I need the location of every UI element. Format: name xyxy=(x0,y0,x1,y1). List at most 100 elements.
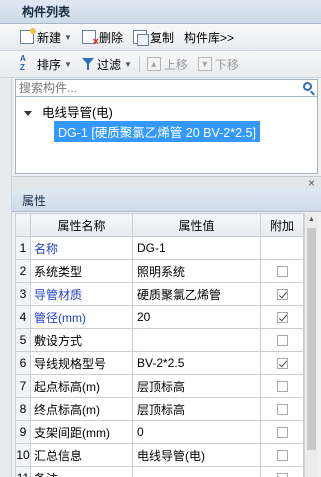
table-row[interactable]: 10 汇总信息 电线导管(电) xyxy=(15,443,304,467)
property-name-cell: 敷设方式 xyxy=(30,328,133,352)
component-library-button[interactable]: 构件库>> xyxy=(181,26,237,48)
component-tree: 电线导管(电) DG-1 [硬质聚氯乙烯管 20 BV-2*2.5] xyxy=(15,97,318,174)
extra-cell xyxy=(260,374,304,398)
row-index: 11 xyxy=(15,466,31,477)
properties-table: 属性名称 属性值 附加 1 名称 DG-1 2 系统类型 照明系统 3 导管材质 硬质聚氯乙烯管… xyxy=(15,213,304,477)
scroll-up-arrow-icon[interactable]: ▲ xyxy=(305,213,318,227)
chevron-down-icon[interactable]: ▼ xyxy=(64,33,72,42)
table-row[interactable]: 7 起点标高(m) 层顶标高 xyxy=(15,374,304,398)
copy-button-label: 复制 xyxy=(149,30,174,45)
tree-expand-arrow-icon[interactable] xyxy=(24,111,32,117)
table-row[interactable]: 5 敷设方式 xyxy=(15,328,304,352)
components-toolbar-secondary: 排序 ▼ 过滤 ▼ ▲ 上移 ▼ 下移 xyxy=(0,51,321,78)
delete-button-label: 删除 xyxy=(98,30,123,45)
extra-checkbox[interactable] xyxy=(276,381,288,393)
property-value-cell[interactable]: 20 xyxy=(132,305,261,329)
properties-panel-title: 属性 xyxy=(12,190,321,212)
chevron-down-icon[interactable]: ▼ xyxy=(64,60,72,69)
header-extra[interactable]: 附加 xyxy=(260,213,304,237)
extra-checkbox[interactable] xyxy=(276,404,288,416)
header-index xyxy=(15,213,31,237)
sort-button[interactable]: 排序 ▼ xyxy=(17,53,75,75)
properties-scrollbar[interactable]: ▲ xyxy=(304,213,318,477)
move-up-label: 上移 xyxy=(163,57,188,72)
table-row[interactable]: 9 支架间距(mm) 0 xyxy=(15,420,304,444)
property-name-cell: 备注 xyxy=(30,466,133,477)
row-index: 1 xyxy=(15,236,31,260)
table-row[interactable]: 6 导线规格型号 BV-2*2.5 xyxy=(15,351,304,375)
header-property-value[interactable]: 属性值 xyxy=(132,213,261,237)
properties-table-body: 1 名称 DG-1 2 系统类型 照明系统 3 导管材质 硬质聚氯乙烯管 4 管径(mm) 20 5 敷设… xyxy=(15,236,304,477)
filter-button[interactable]: 过滤 ▼ xyxy=(79,53,135,75)
property-value-cell[interactable]: 层顶标高 xyxy=(132,397,261,421)
property-name-cell: 导线规格型号 xyxy=(30,351,133,375)
property-value-cell[interactable]: BV-2*2.5 xyxy=(132,351,261,375)
panel-divider[interactable]: × xyxy=(12,176,321,190)
extra-cell xyxy=(260,466,304,477)
app-root: 构件列表 新建 ▼ 删除 复制 构件库>> 排序 ▼ 过滤 ▼ xyxy=(0,0,321,477)
extra-checkbox[interactable] xyxy=(276,450,288,462)
property-name-cell: 系统类型 xyxy=(30,259,133,283)
table-row[interactable]: 2 系统类型 照明系统 xyxy=(15,259,304,283)
extra-checkbox[interactable] xyxy=(276,427,288,439)
property-value-cell[interactable]: 硬质聚氯乙烯管 xyxy=(132,282,261,306)
extra-checkbox[interactable] xyxy=(276,473,288,477)
scroll-thumb[interactable] xyxy=(307,228,316,450)
component-search-input[interactable] xyxy=(16,80,286,96)
tree-node-root[interactable]: 电线导管(电) xyxy=(24,102,113,121)
sort-button-label: 排序 xyxy=(37,57,62,72)
table-header-row: 属性名称 属性值 附加 xyxy=(15,213,304,237)
left-frame-strip xyxy=(0,24,12,477)
table-row[interactable]: 3 导管材质 硬质聚氯乙烯管 xyxy=(15,282,304,306)
extra-checkbox[interactable] xyxy=(276,358,288,370)
property-value-cell[interactable]: 电线导管(电) xyxy=(132,443,261,467)
extra-checkbox[interactable] xyxy=(276,266,288,278)
move-down-button[interactable]: ▼ 下移 xyxy=(195,53,242,75)
row-index: 10 xyxy=(15,443,31,467)
extra-cell xyxy=(260,351,304,375)
table-row[interactable]: 8 终点标高(m) 层顶标高 xyxy=(15,397,304,421)
property-name-cell: 终点标高(m) xyxy=(30,397,133,421)
row-index: 8 xyxy=(15,397,31,421)
extra-cell xyxy=(260,259,304,283)
copy-button[interactable]: 复制 xyxy=(130,26,177,48)
extra-cell xyxy=(260,282,304,306)
property-name-cell: 汇总信息 xyxy=(30,443,133,467)
toolbar-separator xyxy=(138,56,140,72)
table-row[interactable]: 1 名称 DG-1 xyxy=(15,236,304,260)
tree-root-label: 电线导管(电) xyxy=(42,106,113,120)
filter-icon xyxy=(81,57,94,71)
component-library-label: 构件库>> xyxy=(183,30,234,45)
move-up-button[interactable]: ▲ 上移 xyxy=(144,53,191,75)
row-index: 6 xyxy=(15,351,31,375)
extra-checkbox[interactable] xyxy=(276,289,288,301)
new-button[interactable]: 新建 ▼ xyxy=(17,26,75,48)
property-name-cell: 支架间距(mm) xyxy=(30,420,133,444)
property-value-cell[interactable]: 照明系统 xyxy=(132,259,261,283)
components-panel-title: 构件列表 xyxy=(0,0,321,24)
arrow-up-icon: ▲ xyxy=(146,57,161,71)
extra-checkbox[interactable] xyxy=(276,335,288,347)
search-icon[interactable] xyxy=(303,82,312,91)
table-row[interactable]: 4 管径(mm) 20 xyxy=(15,305,304,329)
tree-node-selected[interactable]: DG-1 [硬质聚氯乙烯管 20 BV-2*2.5] xyxy=(54,121,260,142)
extra-cell xyxy=(260,328,304,352)
row-index: 5 xyxy=(15,328,31,352)
header-property-name[interactable]: 属性名称 xyxy=(30,213,133,237)
delete-button[interactable]: 删除 xyxy=(79,26,126,48)
filter-button-label: 过滤 xyxy=(96,57,121,72)
table-row[interactable]: 11备注 xyxy=(15,466,304,477)
property-value-cell[interactable]: 0 xyxy=(132,420,261,444)
close-icon[interactable]: × xyxy=(308,176,315,190)
chevron-down-icon[interactable]: ▼ xyxy=(124,60,132,69)
property-value-cell[interactable]: DG-1 xyxy=(132,236,261,260)
property-value-cell[interactable] xyxy=(132,466,261,477)
property-value-cell[interactable]: 层顶标高 xyxy=(132,374,261,398)
extra-checkbox[interactable] xyxy=(276,312,288,324)
delete-icon xyxy=(81,30,99,47)
extra-cell xyxy=(260,443,304,467)
property-value-cell[interactable] xyxy=(132,328,261,352)
extra-cell xyxy=(260,420,304,444)
new-document-icon xyxy=(20,28,36,44)
property-name-cell: 起点标高(m) xyxy=(30,374,133,398)
